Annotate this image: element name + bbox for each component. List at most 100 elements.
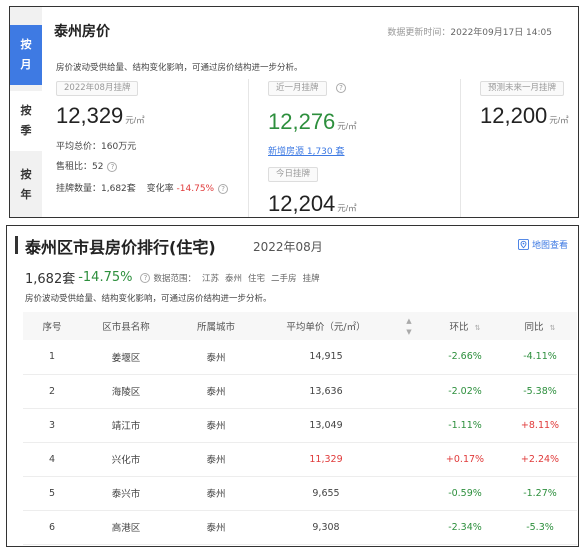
recent-price-value: 12,276 <box>268 109 336 134</box>
today-price: 12,204 元/㎡ <box>268 191 357 217</box>
today-listing-tag: 今日挂牌 <box>268 167 319 182</box>
price-unit: 元/㎡ <box>125 115 145 125</box>
update-time-label: 数据更新时间： <box>387 28 451 38</box>
cell-mom: -2.02% <box>427 374 503 409</box>
col-header-yoy[interactable]: 同比 ⇅ <box>503 312 577 340</box>
rent-ratio-label: 售租比： <box>56 162 93 172</box>
cell-name: 海陵区 <box>81 374 171 409</box>
cell-name: 姜堰区 <box>81 340 171 375</box>
ranking-summary: 1,682套 -14.75% ? 数据范围： 江苏 泰州 住宅 二手房 挂牌 <box>25 268 326 287</box>
ranking-date: 2022年08月 <box>253 240 323 254</box>
change-rate: -14.75% <box>78 270 133 285</box>
sort-icon: ⇅ <box>474 324 481 332</box>
cell-price: 9,655 <box>261 476 391 511</box>
help-icon[interactable]: ? <box>107 161 118 172</box>
cell-no: 2 <box>23 374 81 409</box>
cell-name: 高港区 <box>81 510 171 545</box>
cell-price: 9,308 <box>261 510 391 545</box>
cell-no: 6 <box>23 510 81 545</box>
cell-yoy: -4.11% <box>503 340 577 375</box>
tab-by-year[interactable]: 按 年 <box>10 157 42 213</box>
recent-month-tag: 近一月挂牌 <box>268 81 327 96</box>
cell-city: 泰州 <box>171 476 261 511</box>
table-row[interactable]: 5 泰兴市 泰州 9,655 -0.59% -1.27% <box>23 476 577 511</box>
help-icon[interactable]: ? <box>218 183 229 194</box>
cell-name: 靖江市 <box>81 408 171 443</box>
table-row[interactable]: 2 海陵区 泰州 13,636 -2.02% -5.38% <box>23 374 577 409</box>
forecast-price-value: 12,200 <box>480 103 548 128</box>
cell-price: 14,915 <box>261 340 391 375</box>
avg-total-label: 平均总价： <box>56 142 102 152</box>
table-header-row: 序号 区市县名称 所属城市 平均单价（元/㎡） ▲ ▼ 环比 ⇅ 同比 ⇅ <box>23 312 577 340</box>
cell-mom: +0.17% <box>427 442 503 477</box>
cell-yoy: -5.38% <box>503 374 577 409</box>
ranking-description: 房价波动受供给量、结构变化影响，可通过房价结构进一步分析。 <box>25 294 272 304</box>
cell-mom: -2.34% <box>427 510 503 545</box>
map-pin-icon <box>517 239 529 250</box>
price-overview-panel: 按 月 按 季 按 年 泰州房价 数据更新时间：2022年09月17日 14:0… <box>9 6 579 218</box>
help-icon[interactable]: ? <box>336 83 346 93</box>
tab-label: 年 <box>20 188 32 201</box>
title-accent-bar <box>15 236 18 254</box>
rent-ratio-value: 52 <box>92 162 104 172</box>
listing-count: 1,682套 <box>25 272 76 287</box>
listing-price-value: 12,329 <box>56 103 124 128</box>
tab-by-season[interactable]: 按 季 <box>10 91 42 151</box>
map-view-label: 地图查看 <box>531 241 568 251</box>
tab-label: 按 <box>20 38 32 51</box>
period-tabs: 按 月 按 季 按 年 <box>10 7 42 217</box>
col-header-name: 区市县名称 <box>81 312 171 340</box>
scope-item: 挂牌 <box>302 273 320 284</box>
cell-mom: -0.59% <box>427 476 503 511</box>
cell-price: 13,636 <box>261 374 391 409</box>
column-divider <box>248 79 249 217</box>
district-ranking-panel: 泰州区市县房价排行(住宅) 2022年08月 地图查看 1,682套 -14.7… <box>6 225 579 547</box>
scope-item: 住宅 <box>248 273 266 284</box>
cell-spacer <box>391 340 427 375</box>
recent-price: 12,276 元/㎡ <box>268 109 357 135</box>
help-icon[interactable]: ? <box>140 273 151 283</box>
col-header-avg-price[interactable]: 平均单价（元/㎡） <box>261 312 391 340</box>
cell-city: 泰州 <box>171 442 261 477</box>
listing-month-tag: 2022年08月挂牌 <box>56 81 139 96</box>
cell-yoy: -5.3% <box>503 510 577 545</box>
tab-by-month[interactable]: 按 月 <box>10 25 42 85</box>
col-header-label: 环比 <box>449 322 469 333</box>
col-header-mom[interactable]: 环比 ⇅ <box>427 312 503 340</box>
cell-spacer <box>391 374 427 409</box>
tab-label: 季 <box>20 124 32 137</box>
price-unit: 元/㎡ <box>337 203 357 213</box>
listing-count-label: 挂牌数量： <box>56 184 102 194</box>
update-time-value: 2022年09月17日 14:05 <box>450 28 552 38</box>
cell-yoy: -1.27% <box>503 476 577 511</box>
tab-label: 按 <box>20 168 32 181</box>
table-row[interactable]: 3 靖江市 泰州 13,049 -1.11% +8.11% <box>23 408 577 443</box>
cell-mom: -1.11% <box>427 408 503 443</box>
scope-item: 江苏 <box>202 273 220 284</box>
cell-spacer <box>391 408 427 443</box>
sort-icon[interactable]: ▲ ▼ <box>391 312 427 340</box>
column-divider <box>460 79 461 217</box>
map-view-link[interactable]: 地图查看 <box>517 238 568 251</box>
cell-city: 泰州 <box>171 408 261 443</box>
cell-name: 兴化市 <box>81 442 171 477</box>
table-row[interactable]: 6 高港区 泰州 9,308 -2.34% -5.3% <box>23 510 577 545</box>
change-rate-value: -14.75% <box>176 184 215 194</box>
cell-yoy: +2.24% <box>503 442 577 477</box>
cell-no: 4 <box>23 442 81 477</box>
cell-name: 泰兴市 <box>81 476 171 511</box>
forecast-price: 12,200 元/㎡ <box>480 103 569 129</box>
cell-no: 5 <box>23 476 81 511</box>
scope-item: 二手房 <box>271 273 297 284</box>
table-row[interactable]: 1 姜堰区 泰州 14,915 -2.66% -4.11% <box>23 340 577 375</box>
city-title: 泰州房价 <box>54 24 110 40</box>
price-description: 房价波动受供给量、结构变化影响，可通过房价结构进一步分析。 <box>56 63 303 73</box>
cell-city: 泰州 <box>171 510 261 545</box>
listing-count-value: 1,682套 <box>101 184 136 194</box>
district-ranking-table: 序号 区市县名称 所属城市 平均单价（元/㎡） ▲ ▼ 环比 ⇅ 同比 ⇅ 1 姜堰区… <box>23 312 577 545</box>
avg-total-value: 160万元 <box>101 142 137 152</box>
table-row[interactable]: 4 兴化市 泰州 11,329 +0.17% +2.24% <box>23 442 577 477</box>
avg-total-price: 平均总价：160万元 <box>56 139 136 152</box>
cell-yoy: +8.11% <box>503 408 577 443</box>
new-listings-link[interactable]: 新增房源 1,730 套 <box>268 144 345 157</box>
